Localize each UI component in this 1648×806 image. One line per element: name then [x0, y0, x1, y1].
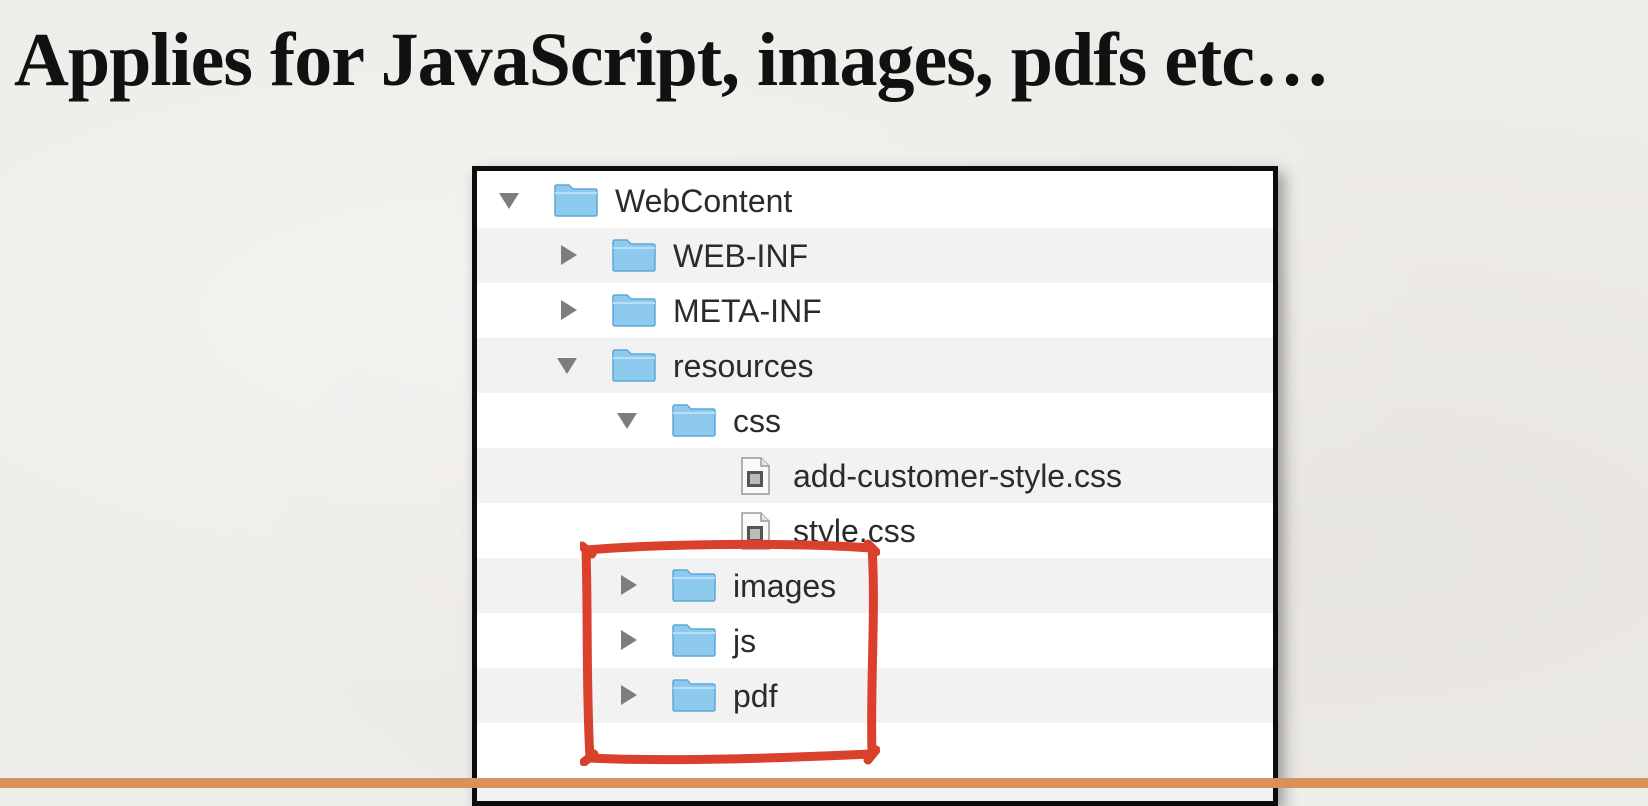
- file-tree-panel: WebContent WEB-INF META-INF resources cs…: [472, 166, 1278, 806]
- folder-icon: [554, 184, 598, 217]
- folder-icon: [672, 679, 716, 712]
- disclosure-collapsed-icon[interactable]: [621, 630, 637, 650]
- tree-label-webcontent: WebContent: [615, 183, 793, 219]
- disclosure-collapsed-icon[interactable]: [561, 300, 577, 320]
- css-file-icon: [741, 512, 770, 550]
- tree-row-empty: [477, 723, 1273, 778]
- disclosure-expanded-icon[interactable]: [557, 358, 577, 374]
- tree-label-web-inf: WEB-INF: [673, 238, 809, 274]
- disclosure-expanded-icon[interactable]: [617, 413, 637, 429]
- folder-icon: [612, 294, 656, 327]
- folder-icon: [672, 624, 716, 657]
- tree-row-style-css[interactable]: style.css: [477, 503, 1273, 558]
- disclosure-collapsed-icon[interactable]: [621, 685, 637, 705]
- tree-row-css[interactable]: css: [477, 393, 1273, 448]
- disclosure-expanded-icon[interactable]: [499, 193, 519, 209]
- folder-icon: [612, 349, 656, 382]
- tree-label-add-customer-style-css: add-customer-style.css: [793, 458, 1122, 494]
- folder-icon: [612, 239, 656, 272]
- folder-icon: [672, 404, 716, 437]
- tree-row-web-inf[interactable]: WEB-INF: [477, 228, 1273, 283]
- css-file-icon: [741, 457, 770, 495]
- tree-label-resources: resources: [673, 348, 814, 384]
- tree-row-js[interactable]: js: [477, 613, 1273, 668]
- tree-label-images: images: [733, 568, 837, 604]
- slide-title: Applies for JavaScript, images, pdfs etc…: [14, 18, 1330, 102]
- tree-label-js: js: [733, 623, 757, 659]
- tree-row-resources[interactable]: resources: [477, 338, 1273, 393]
- folder-icon: [672, 569, 716, 602]
- tree-row-pdf[interactable]: pdf: [477, 668, 1273, 723]
- slide-accent-bar: [0, 778, 1648, 788]
- tree-label-meta-inf: META-INF: [673, 293, 822, 329]
- tree-row-add-customer-style-css[interactable]: add-customer-style.css: [477, 448, 1273, 503]
- tree-row-images[interactable]: images: [477, 558, 1273, 613]
- disclosure-collapsed-icon[interactable]: [621, 575, 637, 595]
- tree-label-css: css: [733, 403, 781, 439]
- tree-row-webcontent[interactable]: WebContent: [477, 173, 1273, 228]
- tree-label-style-css: style.css: [793, 513, 916, 549]
- tree-row-meta-inf[interactable]: META-INF: [477, 283, 1273, 338]
- disclosure-collapsed-icon[interactable]: [561, 245, 577, 265]
- tree-label-pdf: pdf: [733, 678, 778, 714]
